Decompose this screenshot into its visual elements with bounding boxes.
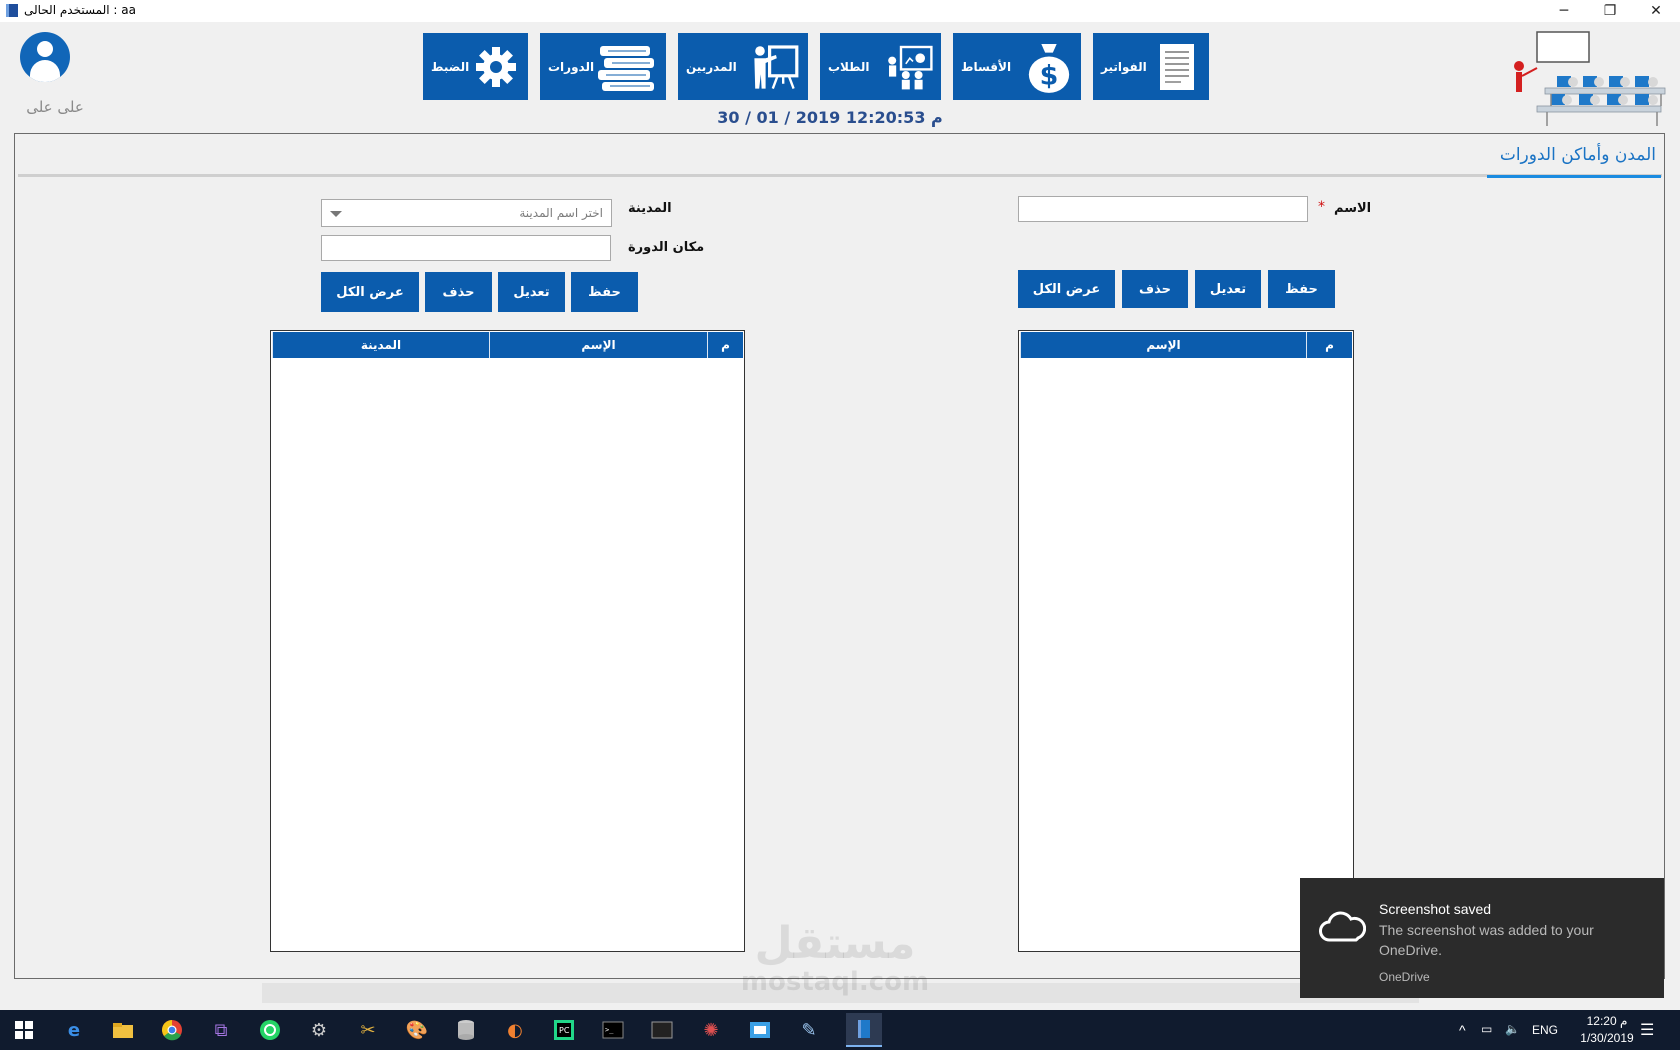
places-col-city[interactable]: المدينة <box>272 332 489 358</box>
chevron-down-icon[interactable] <box>330 211 342 217</box>
course-place-label: مكان الدورة <box>628 240 705 255</box>
places-grid-header: م الإسم المدينة <box>272 332 743 358</box>
nav-settings-label: الضبط <box>431 59 470 74</box>
terminal-icon[interactable]: >_ <box>599 1016 627 1044</box>
windows-start-icon[interactable] <box>10 1016 38 1044</box>
main-panel <box>14 133 1665 979</box>
onedrive-notification[interactable]: Screenshot saved The screenshot was adde… <box>1300 878 1664 998</box>
cities-grid[interactable]: م الإسم <box>1018 330 1354 952</box>
taskbar-time[interactable]: 12:20 م <box>1577 1014 1637 1028</box>
city-select-dropdown[interactable]: اختر اسم المدينة <box>321 199 612 227</box>
window-title: المستخدم الحالى : aa <box>24 3 136 17</box>
city-name-label: الاسم <box>1334 201 1372 216</box>
nav-courses-label: الدورات <box>548 59 595 74</box>
whatsapp-icon[interactable] <box>256 1016 284 1044</box>
city-name-input[interactable] <box>1018 196 1308 222</box>
cities-delete-button[interactable]: حذف <box>1122 270 1188 308</box>
volume-icon[interactable]: 🔈 <box>1505 1022 1520 1036</box>
spider-icon[interactable]: ✺ <box>697 1016 725 1044</box>
tab-strip-divider <box>18 174 1662 177</box>
watermark-latin: mostaql.com <box>740 967 930 997</box>
course-places-grid[interactable]: م الإسم المدينة <box>270 330 745 952</box>
remote-app-icon[interactable] <box>746 1016 774 1044</box>
input-language[interactable]: ENG <box>1532 1023 1558 1037</box>
eclipse-icon[interactable]: ◐ <box>501 1016 529 1044</box>
places-save-button[interactable]: حفظ <box>571 272 638 312</box>
notification-title: Screenshot saved <box>1379 901 1492 917</box>
invoice-document-icon <box>1153 40 1201 94</box>
settings-gears-icon[interactable]: ⚙ <box>305 1016 333 1044</box>
cities-show-all-button[interactable]: عرض الكل <box>1018 270 1115 308</box>
nav-courses-button[interactable]: الدورات <box>540 33 666 100</box>
window-titlebar: المستخدم الحالى : aa ─ ❐ ✕ <box>0 0 1680 22</box>
cities-save-button[interactable]: حفظ <box>1268 270 1335 308</box>
visual-studio-icon[interactable]: ⧉ <box>207 1016 235 1044</box>
cities-col-name[interactable]: الإسم <box>1020 332 1306 358</box>
tab-cities-and-course-places[interactable]: المدن وأماكن الدورات <box>1486 145 1662 165</box>
presentation-students-icon <box>885 40 933 94</box>
app-book-icon <box>6 4 18 17</box>
cities-grid-header: م الإسم <box>1020 332 1352 358</box>
current-datetime: 30 / 01 / 2019 12:20:53 م <box>717 108 943 127</box>
nav-invoices-label: الفواتير <box>1101 59 1147 74</box>
current-app-taskbar-icon[interactable] <box>846 1013 882 1047</box>
edge-browser-icon[interactable]: e <box>60 1016 88 1044</box>
classroom-logo-image <box>1507 28 1669 128</box>
current-user-name: على على <box>26 98 84 116</box>
watermark-logo: مستقل mostaql.com <box>700 918 970 997</box>
svg-text:$: $ <box>1040 60 1059 91</box>
chrome-icon[interactable] <box>158 1016 186 1044</box>
taskbar-date[interactable]: 1/30/2019 <box>1567 1031 1647 1045</box>
places-show-all-button[interactable]: عرض الكل <box>321 272 419 312</box>
database-icon[interactable] <box>452 1016 480 1044</box>
active-tab-indicator <box>1487 175 1661 178</box>
paint-icon[interactable]: 🎨 <box>403 1016 431 1044</box>
cities-edit-button[interactable]: تعديل <box>1195 270 1261 308</box>
cities-col-index[interactable]: م <box>1306 332 1352 358</box>
close-button[interactable]: ✕ <box>1633 0 1679 22</box>
svg-text:>_: >_ <box>605 1026 614 1034</box>
gear-icon <box>472 40 520 94</box>
restore-button[interactable]: ❐ <box>1587 0 1633 22</box>
nav-students-button[interactable]: الطلاب <box>820 33 941 100</box>
notepad-icon[interactable]: ✎ <box>795 1016 823 1044</box>
action-center-icon[interactable]: ☰ <box>1640 1020 1654 1040</box>
minimize-button[interactable]: ─ <box>1541 0 1587 22</box>
places-col-index[interactable]: م <box>707 332 743 358</box>
file-explorer-icon[interactable] <box>109 1016 137 1044</box>
pycharm-icon[interactable]: PC <box>550 1016 578 1044</box>
course-place-input[interactable] <box>321 235 611 261</box>
money-bag-icon: $ <box>1025 40 1073 94</box>
nav-invoices-button[interactable]: الفواتير <box>1093 33 1209 100</box>
network-icon[interactable]: ▭ <box>1481 1022 1492 1036</box>
tools-icon[interactable]: ✂ <box>354 1016 382 1044</box>
cloud-icon <box>1318 910 1367 944</box>
places-delete-button[interactable]: حذف <box>425 272 492 312</box>
places-edit-button[interactable]: تعديل <box>498 272 565 312</box>
city-select-placeholder: اختر اسم المدينة <box>519 206 603 220</box>
notification-source: OneDrive <box>1379 970 1430 984</box>
places-col-name[interactable]: الإسم <box>489 332 707 358</box>
taskbar: e ⧉ ⚙ ✂ 🎨 ◐ PC >_ ✺ ✎ ^ ▭ 🔈 ENG 12:20 م … <box>0 1010 1680 1050</box>
nav-installments-label: الأقساط <box>961 59 1012 74</box>
nav-students-label: الطلاب <box>828 59 870 74</box>
console-window-icon[interactable] <box>648 1016 676 1044</box>
required-mark: * <box>1318 199 1325 215</box>
city-select-label: المدينة <box>628 201 672 216</box>
nav-settings-button[interactable]: الضبط <box>423 33 528 100</box>
nav-installments-button[interactable]: الأقساط $ <box>953 33 1081 100</box>
svg-text:PC: PC <box>559 1026 570 1035</box>
notification-body: The screenshot was added to your OneDriv… <box>1379 922 1594 958</box>
nav-trainers-button[interactable]: المدربين <box>678 33 808 100</box>
books-icon <box>596 40 658 94</box>
trainer-board-icon <box>752 40 800 94</box>
nav-trainers-label: المدربين <box>686 59 737 74</box>
watermark-arabic: مستقل <box>754 918 916 969</box>
tray-chevron-up-icon[interactable]: ^ <box>1459 1022 1466 1038</box>
user-avatar-icon[interactable] <box>20 32 70 82</box>
